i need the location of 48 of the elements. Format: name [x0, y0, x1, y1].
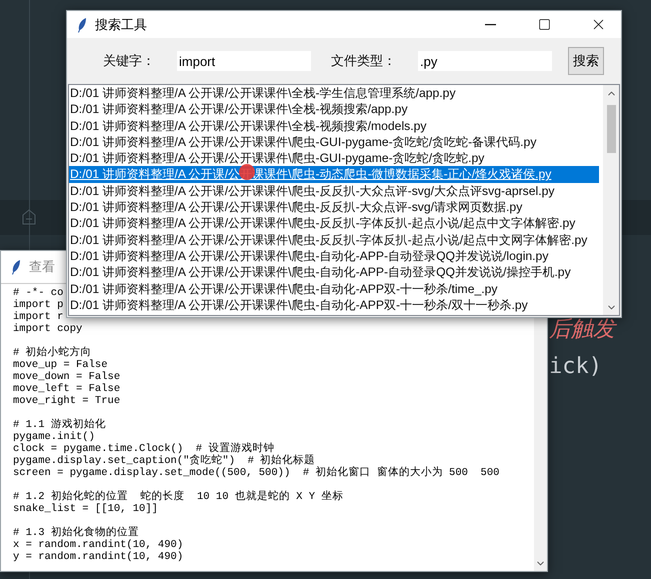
- code-line: # 1.2 初始化蛇的位置 蛇的长度 10 10 也就是蛇的 X Y 坐标: [13, 491, 344, 503]
- code-line: pygame.init(): [13, 431, 95, 443]
- result-item[interactable]: D:/01 讲师资料整理/A 公开课/公开课课件\爬虫-GUI-pygame-贪吃蛇/贪吃蛇-备课代码.py: [69, 134, 599, 150]
- code-text: ick): [549, 354, 602, 379]
- result-item[interactable]: D:/01 讲师资料整理/A 公开课/公开课课件\爬虫-反反扒-大众点评-svg/大众点评svg-aprsel.py: [69, 182, 599, 200]
- result-item[interactable]: D:/01 讲师资料整理/A 公开课/公开课课件\爬虫-反反扒-字体反扒-起点小说/起点中文字体解密.py: [69, 215, 599, 232]
- search-button[interactable]: 搜索: [568, 47, 604, 75]
- code-line: screen = pygame.display.set_mode((500, 500)) # 初始化窗口 窗体的大小为 500 500: [13, 467, 500, 479]
- window-title: 搜索工具: [95, 16, 147, 34]
- result-item[interactable]: D:/01 讲师资料整理/A 公开课/公开课课件\爬虫-反反扒-大众点评-svg/请求网页数据.py: [69, 199, 599, 216]
- result-item[interactable]: D:/01 讲师资料整理/A 公开课/公开课课件\爬虫-反反扒-字体反扒-起点小说/起点中文网字体解密.py: [69, 232, 599, 248]
- result-item[interactable]: D:/01 讲师资料整理/A 公开课/公开课课件\全栈-视频搜索/app.py: [69, 101, 599, 118]
- code-line: # 1.3 初始化食物的位置: [13, 527, 139, 539]
- fold-icon[interactable]: [22, 209, 36, 225]
- code-line: y = random.randint(10, 490): [13, 551, 184, 563]
- code-line: import p: [13, 299, 64, 311]
- feather-icon: [11, 259, 21, 275]
- code-line: import copy: [13, 323, 82, 335]
- window-title: 查看: [29, 258, 55, 276]
- result-item[interactable]: D:/01 讲师资料整理/A 公开课/公开课课件\爬虫-自动化-APP双-十一秒杀/time_.py: [69, 280, 599, 297]
- file-type-label: 文件类型：: [331, 52, 396, 70]
- file-type-field[interactable]: .py: [418, 51, 552, 71]
- code-line: move_down = False: [13, 371, 120, 383]
- keyword-label: 关键字：: [103, 52, 155, 70]
- code-line: snake_list = [[10, 10]]: [13, 503, 158, 515]
- code-text: 后触发: [549, 316, 615, 344]
- code-line: move_right = True: [13, 395, 120, 407]
- scrollbar[interactable]: [603, 85, 619, 315]
- code-line: import r: [13, 311, 64, 323]
- feather-icon: [77, 16, 87, 32]
- code-line: # 1.1 游戏初始化: [13, 419, 106, 431]
- code-line: x = random.randint(10, 490): [13, 539, 184, 551]
- result-item[interactable]: D:/01 讲师资料整理/A 公开课/公开课课件\爬虫-自动化-APP-自动登录QQ并发说说/操控手机.py: [69, 264, 599, 281]
- code-line: move_up = False: [13, 359, 108, 371]
- code-line: # 初始小蛇方向: [13, 347, 92, 359]
- code-line: move_left = False: [13, 383, 120, 395]
- minimize-icon: [484, 24, 496, 26]
- result-item[interactable]: D:/01 讲师资料整理/A 公开课/公开课课件\全栈-视频搜索/models.py: [69, 118, 599, 134]
- result-item[interactable]: D:/01 讲师资料整理/A 公开课/公开课课件\爬虫-自动化-APP双-十一秒杀/双十一秒杀.py: [69, 296, 599, 314]
- code-line: clock = pygame.time.Clock() # 设置游戏时钟: [13, 443, 274, 455]
- keyword-field[interactable]: import: [177, 51, 311, 71]
- code-line: # -*- co: [13, 287, 64, 299]
- maximize-icon: [538, 18, 550, 31]
- scroll-thumb[interactable]: [606, 105, 616, 153]
- result-item[interactable]: D:/01 讲师资料整理/A 公开课/公开课课件\爬虫-自动化-APP-自动登录QQ并发说说/login.py: [69, 248, 599, 264]
- code-line: pygame.display.set_caption("贪吃蛇") # 初始化标题: [13, 455, 316, 467]
- result-item[interactable]: D:/01 讲师资料整理/A 公开课/公开课课件\全栈-学生信息管理系统/app.py: [69, 85, 599, 102]
- result-item[interactable]: D:/01 讲师资料整理/A 公开课/公开课课件\爬虫-GUI-pygame-贪吃蛇/贪吃蛇.py: [69, 150, 599, 166]
